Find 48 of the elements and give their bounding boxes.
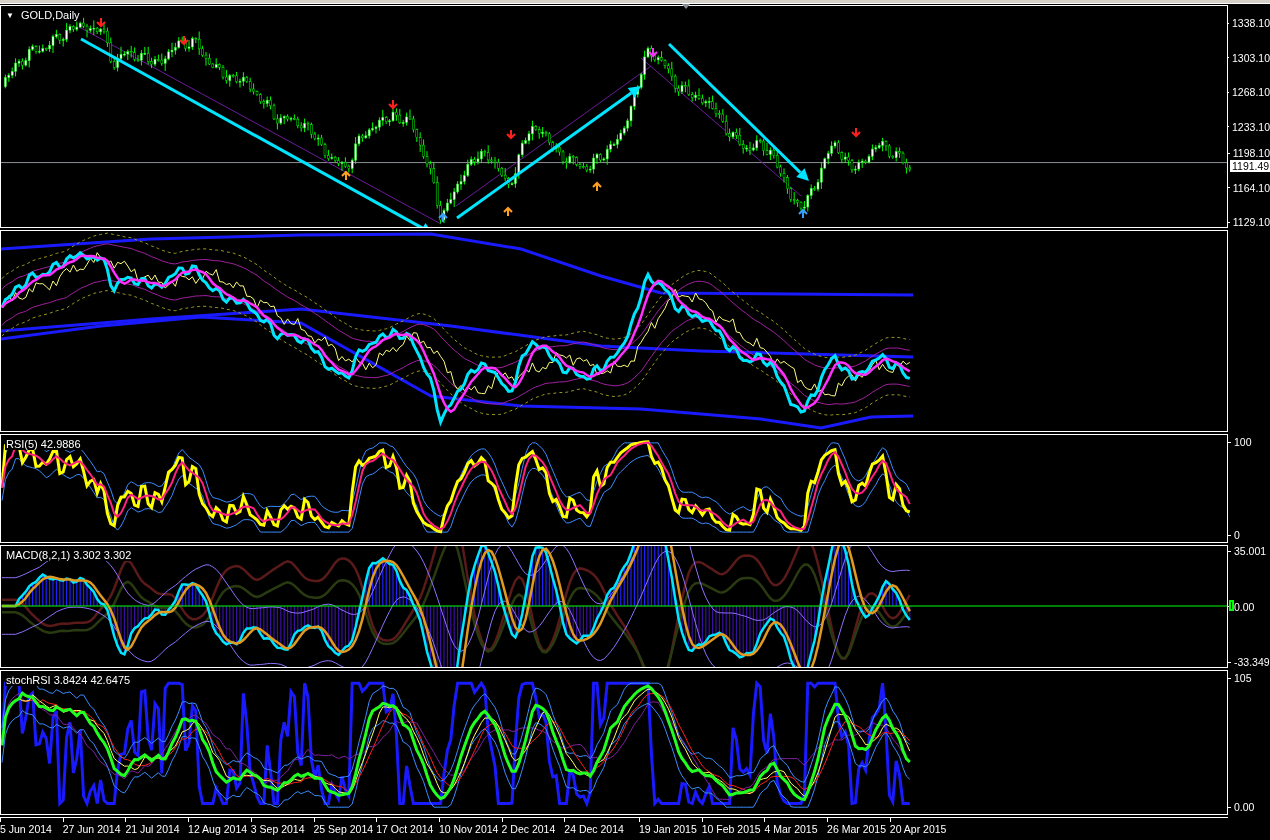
up-arrow-icon — [438, 212, 448, 223]
date-label: 26 Mar 2015 — [827, 823, 887, 836]
date-label: 5 Jun 2014 — [0, 823, 52, 836]
date-label: 27 Jun 2014 — [62, 823, 121, 836]
axis-label: 1303.10 — [1228, 51, 1270, 64]
date-label: 25 Sep 2014 — [313, 823, 374, 836]
axis-label: 100 — [1228, 436, 1270, 448]
axis-label: 1198.10 — [1228, 147, 1270, 159]
axis-label: 0.00 — [1228, 801, 1270, 813]
down-arrow-icon — [96, 17, 106, 28]
dropdown-icon[interactable]: ▼ — [5, 10, 15, 20]
up-arrow-icon — [341, 170, 351, 181]
date-label: 3 Sep 2014 — [250, 823, 305, 836]
axis-label: 1338.10 — [1228, 17, 1270, 29]
down-arrow-icon — [648, 47, 658, 58]
axis-label: 0 — [1228, 529, 1270, 541]
date-label: 12 Aug 2014 — [188, 823, 248, 836]
axis-label: 1129.10 — [1228, 216, 1270, 228]
date-label: 24 Dec 2014 — [564, 823, 624, 836]
up-arrow-icon — [798, 208, 808, 219]
up-arrow-icon — [592, 181, 602, 192]
date-label: 20 Apr 2015 — [889, 823, 947, 836]
axis-label: 1233.10 — [1228, 120, 1270, 133]
date-label: 19 Jan 2015 — [639, 823, 697, 836]
up-arrow-icon — [503, 206, 513, 217]
axis-label: 105 — [1228, 672, 1270, 684]
indicator-title: RSI(5) 42.9886 — [5, 438, 82, 450]
chart-title: GOLD,Daily — [19, 9, 81, 21]
date-label: 4 Mar 2015 — [764, 823, 818, 836]
date-label: 21 Jul 2014 — [125, 823, 180, 836]
axis-label: 35.001 — [1228, 545, 1270, 557]
date-label: 10 Feb 2015 — [701, 823, 761, 836]
chart-shift-icon[interactable] — [682, 4, 690, 9]
date-label: 10 Nov 2014 — [438, 823, 499, 836]
axis-label: 0.00 — [1228, 600, 1270, 613]
date-label: 2 Dec 2014 — [501, 823, 556, 836]
axis-label: 1268.10 — [1228, 86, 1270, 98]
axis-label: 1164.10 — [1228, 181, 1270, 194]
current-price-label: 1191.49 — [1230, 160, 1270, 172]
down-arrow-icon — [388, 99, 398, 110]
level-marker-icon — [1229, 600, 1234, 611]
down-arrow-icon — [851, 127, 861, 138]
axis-label: -33.349 — [1228, 656, 1270, 668]
date-label: 17 Oct 2014 — [376, 823, 434, 836]
down-arrow-icon — [179, 35, 189, 46]
indicator-title: stochRSI 3.8424 42.6475 — [5, 674, 132, 686]
down-arrow-icon — [506, 129, 516, 140]
indicator-title: MACD(8,2,1) 3.302 3.302 — [5, 549, 133, 561]
